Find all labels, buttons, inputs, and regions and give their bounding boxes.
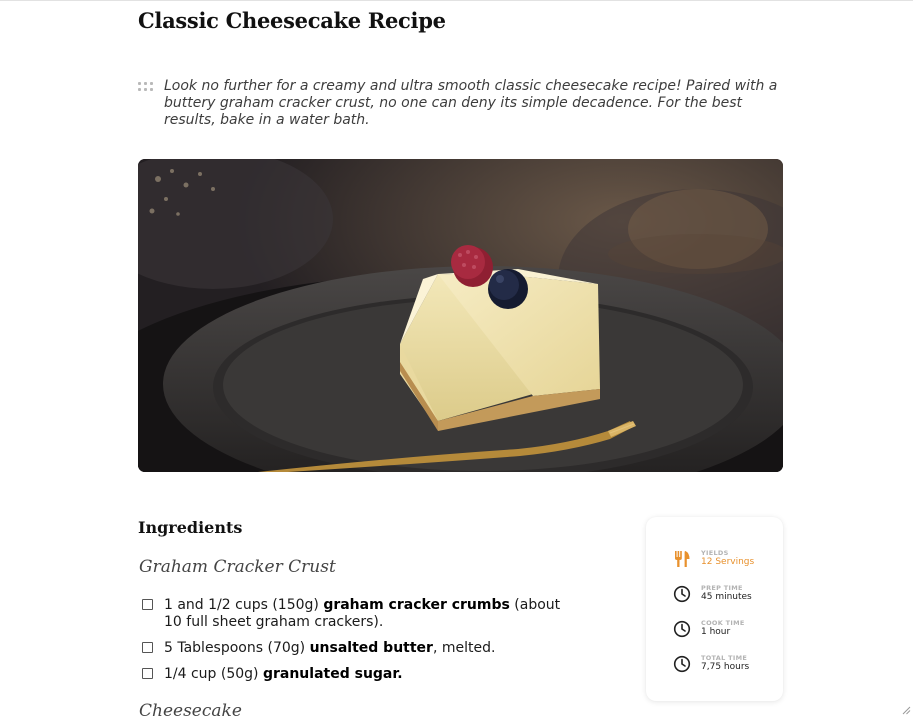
ingredients-heading: Ingredients — [138, 518, 243, 537]
clock-icon — [673, 620, 691, 638]
total-time-row: TOTAL TIME 7,75 hours — [673, 654, 778, 678]
top-divider — [0, 0, 913, 1]
prep-time-label: PREP TIME — [701, 584, 743, 592]
clock-icon — [673, 585, 691, 603]
cook-time-value: 1 hour — [701, 627, 731, 637]
cook-time-label: COOK TIME — [701, 619, 745, 627]
utensils-icon — [675, 551, 690, 567]
total-time-value: 7,75 hours — [701, 662, 750, 672]
ingredient-item: 1/4 cup (50g) granulated sugar. — [142, 666, 572, 683]
resize-grip-icon[interactable] — [902, 706, 911, 715]
clock-icon — [673, 655, 691, 673]
recipe-description: Look no further for a creamy and ultra s… — [164, 78, 778, 128]
ingredient-item: 1 and 1/2 cups (150g) graham cracker cru… — [142, 597, 572, 631]
ingredient-checkbox[interactable] — [142, 668, 153, 679]
prep-time-value: 45 minutes — [701, 592, 752, 602]
yields-value: 12 Servings — [701, 557, 755, 567]
cook-time-row: COOK TIME 1 hour — [673, 619, 778, 643]
prep-time-row: PREP TIME 45 minutes — [673, 584, 778, 608]
yields-row: YIELDS 12 Servings — [673, 549, 778, 573]
ingredient-group-title: Cheesecake — [139, 701, 242, 721]
ingredient-group-title: Graham Cracker Crust — [139, 557, 336, 577]
drag-handle-icon[interactable] — [138, 82, 154, 92]
ingredient-list: 1 and 1/2 cups (150g) graham cracker cru… — [142, 597, 572, 692]
total-time-label: TOTAL TIME — [701, 654, 748, 662]
recipe-info-card: YIELDS 12 Servings PREP TIME 45 minutes … — [646, 517, 783, 701]
cheesecake-photo — [138, 159, 783, 472]
ingredient-item: 5 Tablespoons (70g) unsalted butter, mel… — [142, 640, 572, 657]
recipe-title: Classic Cheesecake Recipe — [138, 8, 446, 33]
yields-label: YIELDS — [701, 549, 729, 557]
ingredient-checkbox[interactable] — [142, 599, 153, 610]
ingredient-checkbox[interactable] — [142, 642, 153, 653]
